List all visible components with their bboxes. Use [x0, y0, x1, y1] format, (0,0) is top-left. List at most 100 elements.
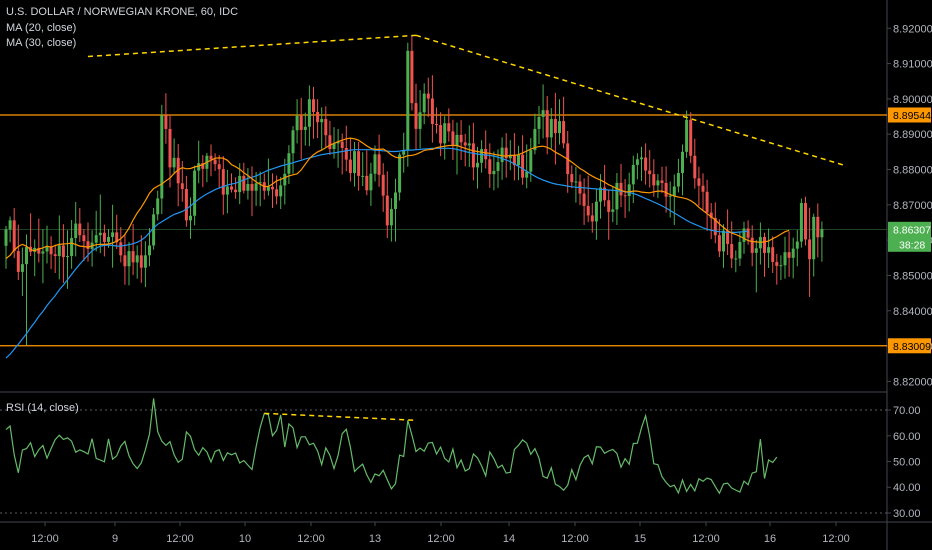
rsi-tick-label: 40.00	[893, 482, 921, 494]
candle-body	[582, 193, 586, 206]
price-tick-label: 8.82000	[893, 376, 932, 388]
candle-body	[385, 195, 389, 226]
candle-body	[45, 246, 49, 252]
candle-body	[635, 159, 639, 165]
candle-body	[676, 173, 680, 187]
rsi-tick-label: 50.00	[893, 457, 921, 469]
price-tick-label: 8.89000	[893, 129, 932, 141]
candle-body	[426, 93, 430, 99]
candle-body	[365, 175, 369, 191]
candle-body	[443, 123, 447, 144]
candle-body	[619, 182, 623, 196]
candle-body	[574, 181, 578, 183]
candle-body	[623, 195, 627, 197]
candle-body	[447, 123, 451, 132]
candle-body	[184, 188, 188, 221]
candle-body	[139, 255, 143, 268]
candle-body	[754, 248, 758, 253]
candle-body	[74, 223, 78, 239]
candle-body	[558, 121, 561, 134]
chart-canvas[interactable]: 8.92000 8.91000 8.90000 8.89000 8.88000 8.870…	[0, 0, 932, 550]
candle-body	[328, 135, 332, 150]
last-price-label: 8.86307	[893, 224, 931, 236]
legend-symbol[interactable]: U.S. DOLLAR / NORWEGIAN KRONE, 60, IDC	[6, 6, 238, 18]
candle-body	[291, 130, 295, 154]
candle-body	[4, 229, 8, 246]
candle-body	[771, 247, 775, 263]
candle-body	[193, 170, 197, 216]
candle-body	[459, 134, 463, 143]
candle-body	[693, 155, 697, 179]
candle-body	[455, 134, 459, 146]
candle-body	[394, 192, 397, 210]
candle-body	[250, 183, 254, 191]
candle-body	[722, 230, 725, 252]
time-tick-label: 10	[239, 533, 251, 545]
candle-body	[135, 255, 139, 263]
candle-body	[742, 228, 746, 242]
candle-body	[8, 220, 12, 230]
legend-ma30[interactable]: MA (30, close)	[6, 37, 76, 49]
candle-body	[430, 98, 434, 124]
candle-body	[660, 180, 664, 183]
candle-body	[221, 169, 225, 195]
time-tick-label: 12:00	[297, 533, 325, 545]
candle-body	[615, 182, 619, 210]
candle-body	[78, 223, 82, 236]
candle-body	[763, 236, 766, 253]
candle-body	[767, 247, 771, 253]
candle-body	[422, 93, 426, 113]
candle-body	[799, 203, 803, 242]
chart-background	[0, 0, 932, 550]
price-tick-label: 8.87000	[893, 200, 932, 212]
candle-body	[791, 248, 795, 258]
candle-body	[275, 189, 279, 197]
candle-body	[607, 200, 611, 212]
candle-body	[545, 110, 549, 138]
candle-body	[517, 154, 520, 166]
candle-body	[369, 173, 373, 191]
candle-body	[16, 251, 20, 272]
candle-body	[238, 175, 242, 193]
candle-body	[664, 182, 668, 197]
candle-body	[537, 116, 541, 129]
candle-body	[230, 186, 233, 190]
candle-body	[279, 185, 283, 197]
candle-body	[209, 155, 213, 160]
candle-body	[316, 111, 320, 123]
time-tick-label: 13	[369, 533, 381, 545]
candle-body	[701, 185, 705, 192]
candle-body	[295, 115, 299, 131]
candle-body	[476, 162, 479, 168]
legend-ma20[interactable]: MA (20, close)	[6, 22, 76, 34]
legend-rsi[interactable]: RSI (14, close)	[6, 402, 79, 414]
candle-body	[94, 235, 98, 243]
candle-body	[529, 150, 533, 172]
time-tick-label: 12:00	[561, 533, 589, 545]
candle-body	[225, 186, 229, 195]
candle-body	[340, 141, 344, 148]
candle-body	[189, 215, 192, 221]
candle-body	[12, 220, 16, 252]
candle-body	[213, 159, 217, 165]
candle-body	[299, 115, 303, 130]
candle-body	[266, 186, 270, 191]
candle-body	[586, 205, 590, 216]
candle-body	[451, 131, 455, 146]
candle-body	[53, 254, 57, 257]
candle-body	[496, 162, 500, 171]
candle-body	[500, 147, 504, 163]
candle-body	[324, 119, 328, 136]
candle-body	[471, 143, 475, 168]
candle-body	[488, 159, 492, 175]
candle-body	[102, 232, 106, 242]
candle-body	[361, 175, 365, 177]
price-tick-label: 8.84000	[893, 306, 932, 318]
candle-body	[131, 251, 135, 263]
candle-body	[705, 191, 709, 213]
candle-body	[467, 143, 471, 146]
candle-body	[320, 119, 324, 123]
candle-body	[783, 252, 787, 266]
candle-body	[143, 255, 147, 268]
candle-body	[804, 203, 807, 240]
